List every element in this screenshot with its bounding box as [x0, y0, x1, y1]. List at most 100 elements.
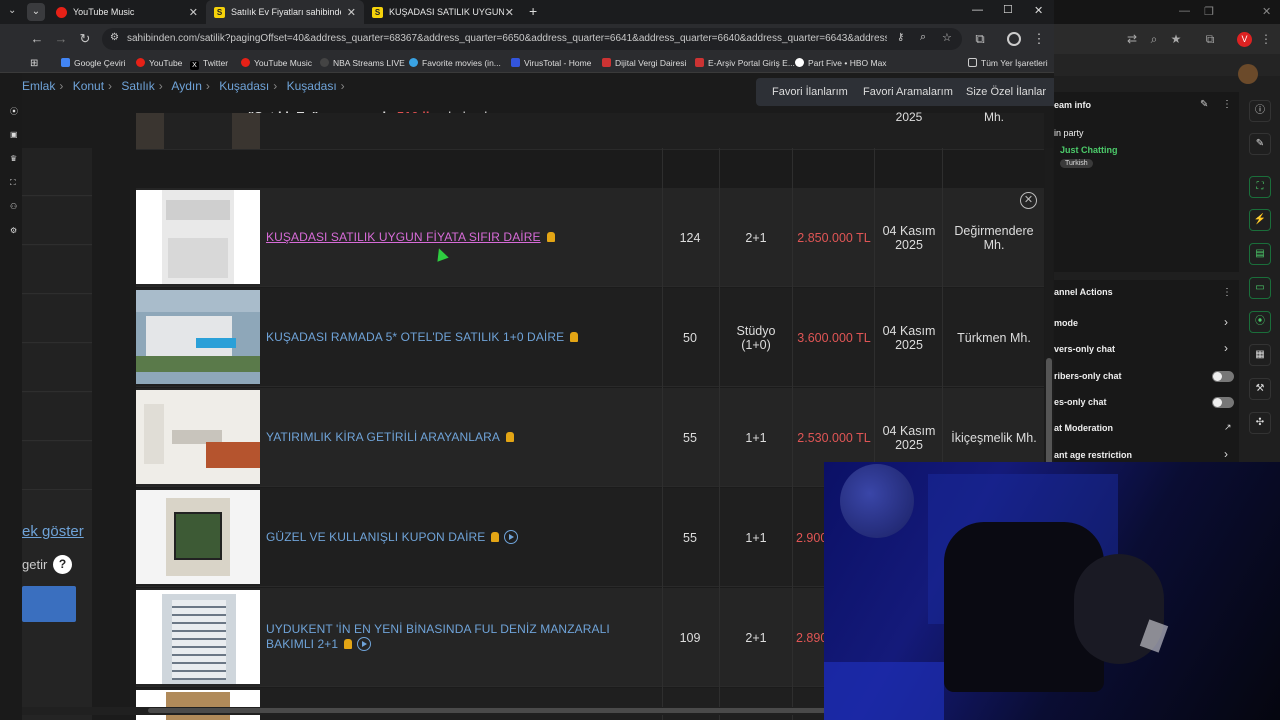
reload-icon[interactable]: ↻: [77, 31, 93, 47]
menu-icon[interactable]: ⋮: [1258, 31, 1274, 47]
maximize-icon[interactable]: ☐: [1003, 3, 1013, 16]
table-row[interactable]: 2025 Mh.: [136, 110, 1044, 150]
table-row[interactable]: KUŞADASI SATILIK UYGUN FİYATA SIFIR DAİR…: [136, 188, 1044, 287]
forward-icon[interactable]: →: [53, 31, 69, 47]
more-icon[interactable]: ⋮: [1222, 287, 1232, 298]
chevron-right-icon[interactable]: ›: [1224, 447, 1228, 461]
star-icon[interactable]: ★: [1168, 31, 1184, 47]
filter-row[interactable]: [22, 148, 92, 196]
listing-thumbnail[interactable]: [136, 390, 260, 484]
back-icon[interactable]: ←: [29, 31, 45, 47]
bookmark-dijital-vergi[interactable]: Dijital Vergi Dairesi: [602, 58, 686, 68]
close-icon[interactable]: ✕: [1262, 5, 1271, 18]
translate-icon[interactable]: ⇄: [1124, 31, 1140, 47]
site-info-icon[interactable]: ⚙: [110, 32, 119, 43]
listing-title-link[interactable]: KUŞADASI SATILIK UYGUN FİYATA SIFIR DAİR…: [266, 230, 555, 245]
filter-row[interactable]: [22, 344, 92, 392]
action-item[interactable]: at Moderation: [1054, 423, 1113, 433]
password-key-icon[interactable]: ⚷: [897, 32, 904, 43]
chevron-right-icon[interactable]: ›: [1224, 341, 1228, 355]
bookmark-e-arsiv[interactable]: E-Arşiv Portal Giriş E...: [695, 58, 795, 68]
note-icon[interactable]: ▤: [1249, 243, 1271, 265]
video-play-icon[interactable]: [357, 637, 372, 651]
pencil-icon[interactable]: ✎: [1249, 133, 1271, 155]
search-button[interactable]: [22, 586, 76, 622]
tab-search-icon[interactable]: ⌄: [8, 5, 16, 16]
cast-icon[interactable]: ⦿: [10, 106, 20, 116]
filter-row[interactable]: [22, 246, 92, 294]
category-link[interactable]: Just Chatting: [1060, 145, 1118, 155]
listing-thumbnail[interactable]: [136, 590, 260, 684]
close-window-icon[interactable]: ✕: [1034, 4, 1043, 17]
listing-thumbnail[interactable]: [136, 290, 260, 384]
emotes-only-toggle[interactable]: [1212, 397, 1234, 408]
external-link-icon[interactable]: ↗: [1224, 422, 1232, 433]
edit-icon[interactable]: ✎: [1200, 99, 1208, 110]
subscribers-only-toggle[interactable]: [1212, 371, 1234, 382]
bookmark-favorite-movies[interactable]: Favorite movies (in...: [409, 58, 501, 68]
tab-list-icon[interactable]: ⌄: [27, 3, 45, 21]
table-row[interactable]: KUŞADASI RAMADA 5* OTEL'DE SATILIK 1+0 D…: [136, 288, 1044, 387]
breadcrumb-item[interactable]: Kuşadası: [219, 79, 269, 93]
tab-listing[interactable]: S KUŞADASI SATILIK UYGUN FİYA ✕: [364, 0, 522, 24]
more-icon[interactable]: ⋮: [1222, 99, 1232, 110]
profile-avatar[interactable]: V: [1237, 32, 1252, 47]
favorite-searches-link[interactable]: Favori Aramalarım: [863, 86, 953, 98]
bookmark-star-icon[interactable]: ☆: [942, 31, 952, 44]
stack-icon[interactable]: ▦: [1249, 344, 1271, 366]
bookmark-google-translate[interactable]: Google Çeviri: [61, 58, 126, 68]
clip-icon[interactable]: ⛶: [1249, 176, 1271, 198]
close-tab-icon[interactable]: ✕: [505, 6, 514, 19]
action-item[interactable]: ant age restriction: [1054, 450, 1132, 460]
bookmark-youtube[interactable]: YouTube: [136, 58, 182, 68]
filter-row[interactable]: [22, 442, 92, 490]
info-icon[interactable]: ⓘ: [1249, 100, 1271, 122]
help-icon[interactable]: ?: [53, 555, 72, 574]
extensions-icon[interactable]: ⧉: [972, 31, 988, 47]
extensions-icon[interactable]: ⧉: [1202, 31, 1218, 47]
filter-row[interactable]: [22, 197, 92, 245]
extensions-puzzle-icon[interactable]: ✣: [1249, 412, 1271, 434]
listing-title-link[interactable]: KUŞADASI RAMADA 5* OTEL'DE SATILIK 1+0 D…: [266, 330, 579, 345]
listing-thumbnail[interactable]: [136, 113, 260, 149]
breadcrumb-item[interactable]: Kuşadası: [287, 79, 337, 93]
listing-thumbnail[interactable]: [136, 690, 260, 720]
lightning-icon[interactable]: ⚡: [1249, 209, 1271, 231]
close-tab-icon[interactable]: ✕: [189, 6, 198, 19]
breadcrumb-item[interactable]: Emlak: [22, 79, 55, 93]
profile-icon[interactable]: [1007, 32, 1021, 46]
show-more-link[interactable]: ek göster: [22, 523, 84, 540]
bookmark-youtube-music[interactable]: YouTube Music: [241, 58, 312, 68]
chat-icon[interactable]: ▭: [1249, 277, 1271, 299]
filter-row[interactable]: [22, 295, 92, 343]
video-play-icon[interactable]: [504, 530, 519, 544]
tab-youtube-music[interactable]: YouTube Music ✕: [48, 0, 206, 24]
listing-title-link[interactable]: GÜZEL VE KULLANIŞLI KUPON DAİRE: [266, 530, 519, 545]
favorite-listings-link[interactable]: Favori İlanlarım: [772, 86, 848, 98]
tab-sahibinden-search[interactable]: S Satılık Ev Fiyatları sahibinden.co ✕: [206, 0, 364, 24]
bookmark-virustotal[interactable]: VirusTotal - Home: [511, 58, 591, 68]
browser-menu-icon[interactable]: ⋮: [1031, 31, 1047, 47]
breadcrumb-item[interactable]: Aydın: [171, 79, 201, 93]
apps-grid-icon[interactable]: ⊞: [30, 58, 38, 69]
user-avatar[interactable]: [1238, 64, 1258, 84]
all-bookmarks[interactable]: Tüm Yer İşaretleri: [968, 58, 1048, 68]
listing-thumbnail[interactable]: [136, 490, 260, 584]
minimize-icon[interactable]: —: [1179, 5, 1190, 17]
listing-title-link[interactable]: YATIRIMLIK KİRA GETİRİLİ ARAYANLARA: [266, 430, 515, 445]
listing-title-link[interactable]: UYDUKENT 'İN EN YENİ BİNASINDA FUL DENİZ…: [266, 622, 656, 652]
action-item[interactable]: mode: [1054, 318, 1078, 328]
document-icon[interactable]: ▣: [10, 130, 20, 140]
action-item[interactable]: vers-only chat: [1054, 344, 1115, 354]
zoom-icon[interactable]: ⌕: [1146, 31, 1162, 47]
people-icon[interactable]: ⚇: [10, 202, 20, 212]
trophy-icon[interactable]: ♛: [10, 154, 20, 164]
chevron-right-icon[interactable]: ›: [1224, 315, 1228, 329]
special-listings-link[interactable]: Size Özel İlanlar: [966, 86, 1046, 98]
minimize-icon[interactable]: —: [972, 4, 983, 16]
restore-icon[interactable]: ❐: [1204, 5, 1214, 18]
close-circle-icon[interactable]: ✕: [1020, 192, 1037, 209]
bookmark-nba-streams[interactable]: NBA Streams LIVE: [320, 58, 405, 68]
new-tab-icon[interactable]: +: [529, 3, 537, 19]
broadcast-icon[interactable]: ⦿: [1249, 311, 1271, 333]
